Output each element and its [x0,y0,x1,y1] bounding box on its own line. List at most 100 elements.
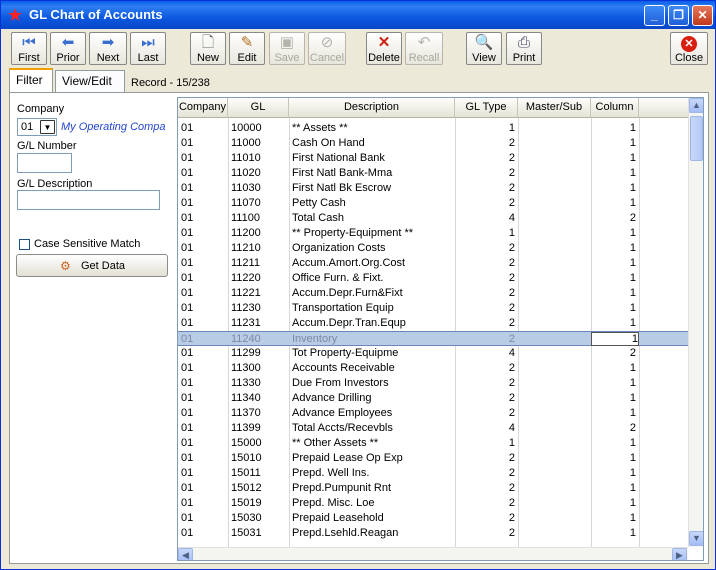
recall-button[interactable]: ↶ Recall [405,32,443,65]
col-gl-cell[interactable]: 11020 [231,166,286,181]
col-column-cell[interactable]: 1 [594,166,636,181]
col-description-cell[interactable]: First Natl Bank-Mma [292,166,452,181]
col-master-sub-cell[interactable] [521,526,588,541]
col-gl-type-cell[interactable]: 2 [458,301,515,316]
col-column-cell[interactable]: 1 [594,466,636,481]
col-gl-cell[interactable]: 11240 [231,332,286,347]
table-row[interactable]: 01 11299 Tot Property-Equipme 4 2 [178,346,688,361]
col-company-cell[interactable]: 01 [181,466,225,481]
col-description-cell[interactable]: Tot Property-Equipme [292,346,452,361]
col-company-cell[interactable]: 01 [181,346,225,361]
col-description-cell[interactable]: ** Assets ** [292,121,452,136]
col-gl-cell[interactable]: 11221 [231,286,286,301]
col-company-cell[interactable]: 01 [181,301,225,316]
col-gl-type-cell[interactable]: 2 [458,451,515,466]
col-gl-cell[interactable]: 11000 [231,136,286,151]
view-button[interactable]: 🔍 View [466,32,502,65]
col-company-cell[interactable]: 01 [181,511,225,526]
col-gl-type-cell[interactable]: 2 [458,361,515,376]
col-gl-cell[interactable]: 11010 [231,151,286,166]
col-gl-cell[interactable]: 15011 [231,466,286,481]
col-gl-cell[interactable]: 15000 [231,436,286,451]
last-button[interactable]: ⏭ Last [130,32,166,65]
tab-filter[interactable]: Filter [9,68,53,92]
col-column-cell[interactable]: 1 [594,451,636,466]
col-column-cell[interactable]: 1 [594,526,636,541]
table-row[interactable]: 01 11070 Petty Cash 2 1 [178,196,688,211]
table-row[interactable]: 01 11300 Accounts Receivable 2 1 [178,361,688,376]
col-master-sub-cell[interactable] [521,166,588,181]
company-select[interactable]: 01 ▼ [17,118,57,136]
col-column-cell[interactable]: 2 [594,211,636,226]
col-company-cell[interactable]: 01 [181,332,225,347]
col-gl-cell[interactable]: 15019 [231,496,286,511]
table-row[interactable]: 01 11000 Cash On Hand 2 1 [178,136,688,151]
col-description-cell[interactable]: ** Property-Equipment ** [292,226,452,241]
col-master-sub-cell[interactable] [521,361,588,376]
col-description-cell[interactable]: Accum.Depr.Furn&Fixt [292,286,452,301]
save-button[interactable]: ▣ Save [269,32,305,65]
col-master-sub-cell[interactable] [521,241,588,256]
chevron-down-icon[interactable]: ▼ [40,120,55,134]
col-gl-cell[interactable]: 11330 [231,376,286,391]
col-column-cell[interactable]: 1 [594,286,636,301]
vertical-scrollbar[interactable]: ▲ ▼ [688,98,703,547]
col-column-cell[interactable]: 1 [594,436,636,451]
col-gl-type-cell[interactable]: 2 [458,136,515,151]
col-gl-type-cell[interactable]: 2 [458,196,515,211]
col-gl-type-cell[interactable]: 2 [458,256,515,271]
col-column-cell[interactable]: 1 [594,226,636,241]
table-row[interactable]: 01 11230 Transportation Equip 2 1 [178,301,688,316]
col-column-cell[interactable]: 1 [594,151,636,166]
col-master-sub-cell[interactable] [521,496,588,511]
col-description-cell[interactable]: Total Cash [292,211,452,226]
col-company-cell[interactable]: 01 [181,151,225,166]
table-row[interactable]: 01 11200 ** Property-Equipment ** 1 1 [178,226,688,241]
col-column-cell[interactable]: 1 [594,511,636,526]
col-column-cell[interactable]: 2 [594,421,636,436]
col-description-cell[interactable]: Prepd. Well Ins. [292,466,452,481]
scroll-left-icon[interactable]: ◀ [178,548,193,560]
col-description-cell[interactable]: Accum.Amort.Org.Cost [292,256,452,271]
scroll-right-icon[interactable]: ▶ [672,548,687,560]
minimize-button[interactable]: _ [644,5,665,26]
col-description-cell[interactable]: Prepd.Pumpunit Rnt [292,481,452,496]
col-company-cell[interactable]: 01 [181,481,225,496]
scroll-up-icon[interactable]: ▲ [689,98,703,113]
gl-number-field[interactable] [17,153,72,173]
col-gl-cell[interactable]: 11210 [231,241,286,256]
col-gl-type-cell[interactable]: 2 [458,481,515,496]
col-company-cell[interactable]: 01 [181,121,225,136]
col-gl-type-cell[interactable]: 1 [458,121,515,136]
close-window-button[interactable]: ✕ [692,5,713,26]
col-gl-type-cell[interactable]: 2 [458,181,515,196]
col-column-header[interactable]: Column [591,98,639,118]
col-column-cell[interactable]: 1 [594,481,636,496]
col-gl-type-header[interactable]: GL Type [455,98,518,118]
col-column-cell[interactable]: 1 [594,391,636,406]
horizontal-scrollbar[interactable]: ◀ ▶ [178,547,688,560]
col-gl-type-cell[interactable]: 4 [458,346,515,361]
col-gl-cell[interactable]: 15012 [231,481,286,496]
col-gl-cell[interactable]: 11220 [231,271,286,286]
col-column-cell[interactable]: 1 [594,256,636,271]
col-column-cell[interactable]: 1 [594,271,636,286]
col-master-sub-cell[interactable] [521,211,588,226]
col-description-cell[interactable]: First National Bank [292,151,452,166]
table-row[interactable]: 01 11211 Accum.Amort.Org.Cost 2 1 [178,256,688,271]
first-button[interactable]: ⏮ First [11,32,47,65]
col-gl-type-cell[interactable]: 2 [458,316,515,331]
col-master-sub-cell[interactable] [521,481,588,496]
col-column-cell[interactable]: 2 [594,346,636,361]
col-gl-cell[interactable]: 11211 [231,256,286,271]
cancel-button[interactable]: ⊘ Cancel [308,32,346,65]
col-company-cell[interactable]: 01 [181,436,225,451]
col-company-cell[interactable]: 01 [181,361,225,376]
title-bar[interactable]: ★ GL Chart of Accounts _ ❐ ✕ [1,1,715,29]
print-button[interactable]: ⎙ Print [506,32,542,65]
col-master-sub-cell[interactable] [521,271,588,286]
col-company-header[interactable]: Company [178,98,228,118]
col-description-cell[interactable]: Petty Cash [292,196,452,211]
col-gl-type-cell[interactable]: 2 [458,241,515,256]
col-company-cell[interactable]: 01 [181,286,225,301]
